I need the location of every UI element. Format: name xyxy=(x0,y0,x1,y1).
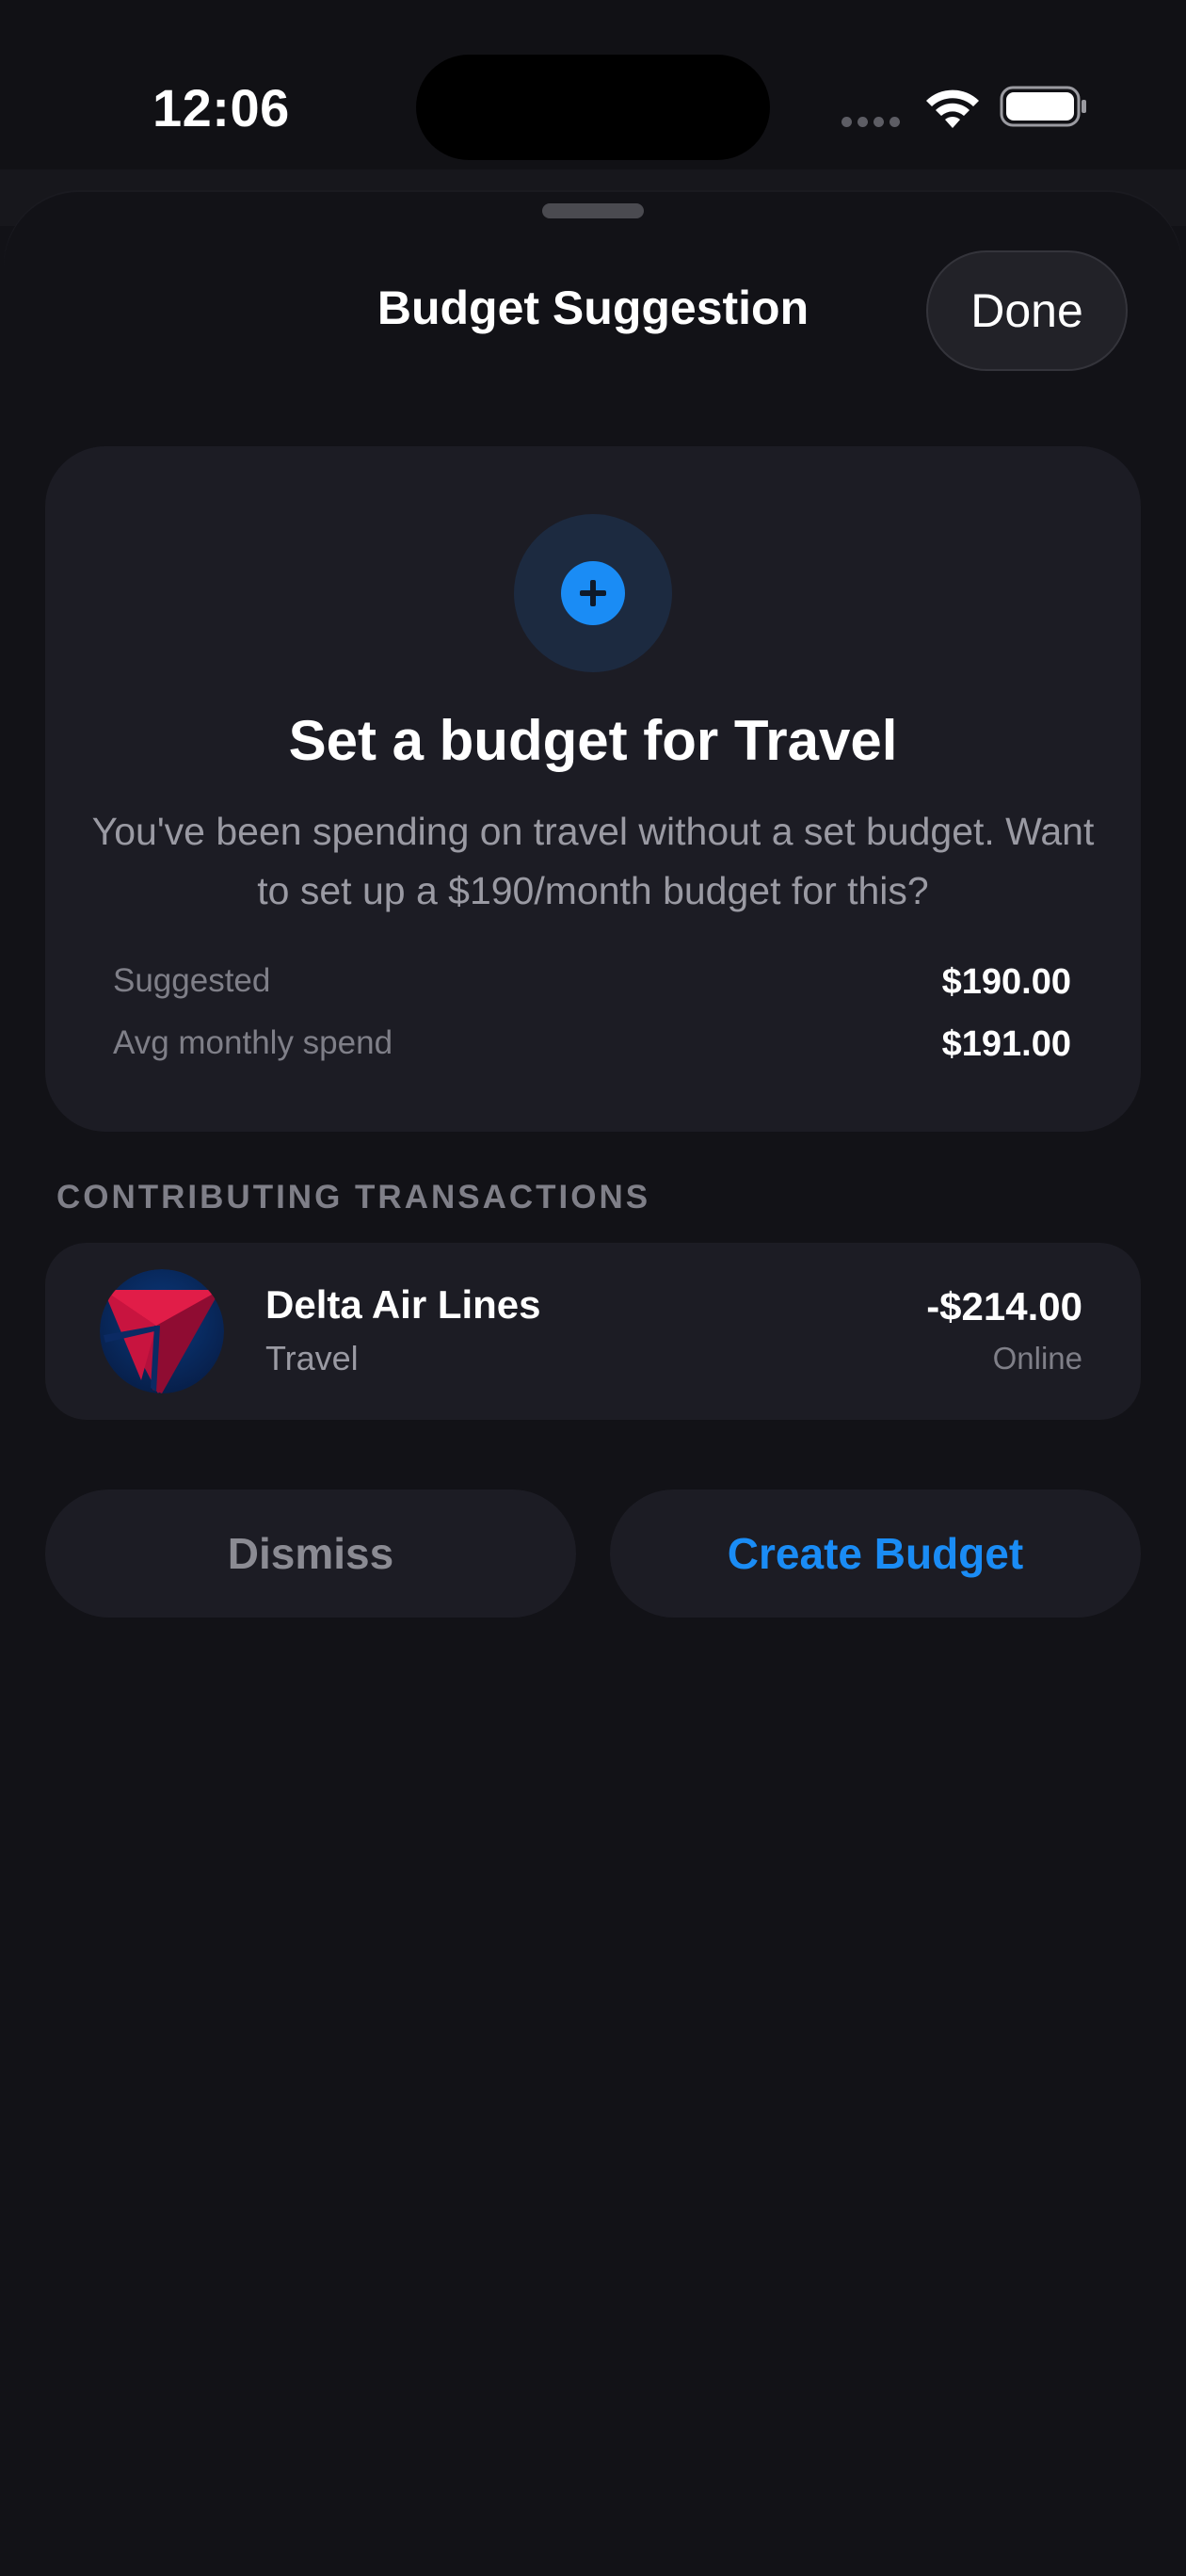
merchant-name: Delta Air Lines xyxy=(265,1282,541,1327)
plus-circle-icon xyxy=(514,514,672,672)
suggestion-headline: Set a budget for Travel xyxy=(288,709,898,772)
dismiss-button[interactable]: Dismiss xyxy=(45,1489,576,1618)
status-time: 12:06 xyxy=(152,78,290,137)
signal-dots-icon xyxy=(841,115,907,127)
transaction-amount: -$214.00 xyxy=(926,1284,1082,1328)
battery-icon xyxy=(1000,86,1086,127)
wifi-icon xyxy=(926,89,979,128)
suggested-value: $190.00 xyxy=(941,962,1071,1002)
delta-logo-icon xyxy=(100,1269,224,1393)
transaction-method: Online xyxy=(992,1341,1082,1376)
dynamic-island xyxy=(416,55,770,160)
avg-monthly-spend-label: Avg monthly spend xyxy=(113,1024,393,1061)
screen: 12:06 Budget Suggestion Done Set a budge… xyxy=(0,0,1186,2576)
suggested-label: Suggested xyxy=(113,962,271,999)
plus-icon xyxy=(561,561,625,625)
done-button[interactable]: Done xyxy=(926,250,1128,371)
suggestion-body: You've been spending on travel without a… xyxy=(91,810,1095,912)
sheet-grabber[interactable] xyxy=(542,203,644,218)
status-bar: 12:06 xyxy=(0,0,1186,169)
contributing-transactions-header: CONTRIBUTING TRANSACTIONS xyxy=(56,1179,651,1216)
merchant-category: Travel xyxy=(265,1339,359,1377)
avg-monthly-spend-value: $191.00 xyxy=(941,1024,1071,1064)
create-budget-button[interactable]: Create Budget xyxy=(610,1489,1141,1618)
